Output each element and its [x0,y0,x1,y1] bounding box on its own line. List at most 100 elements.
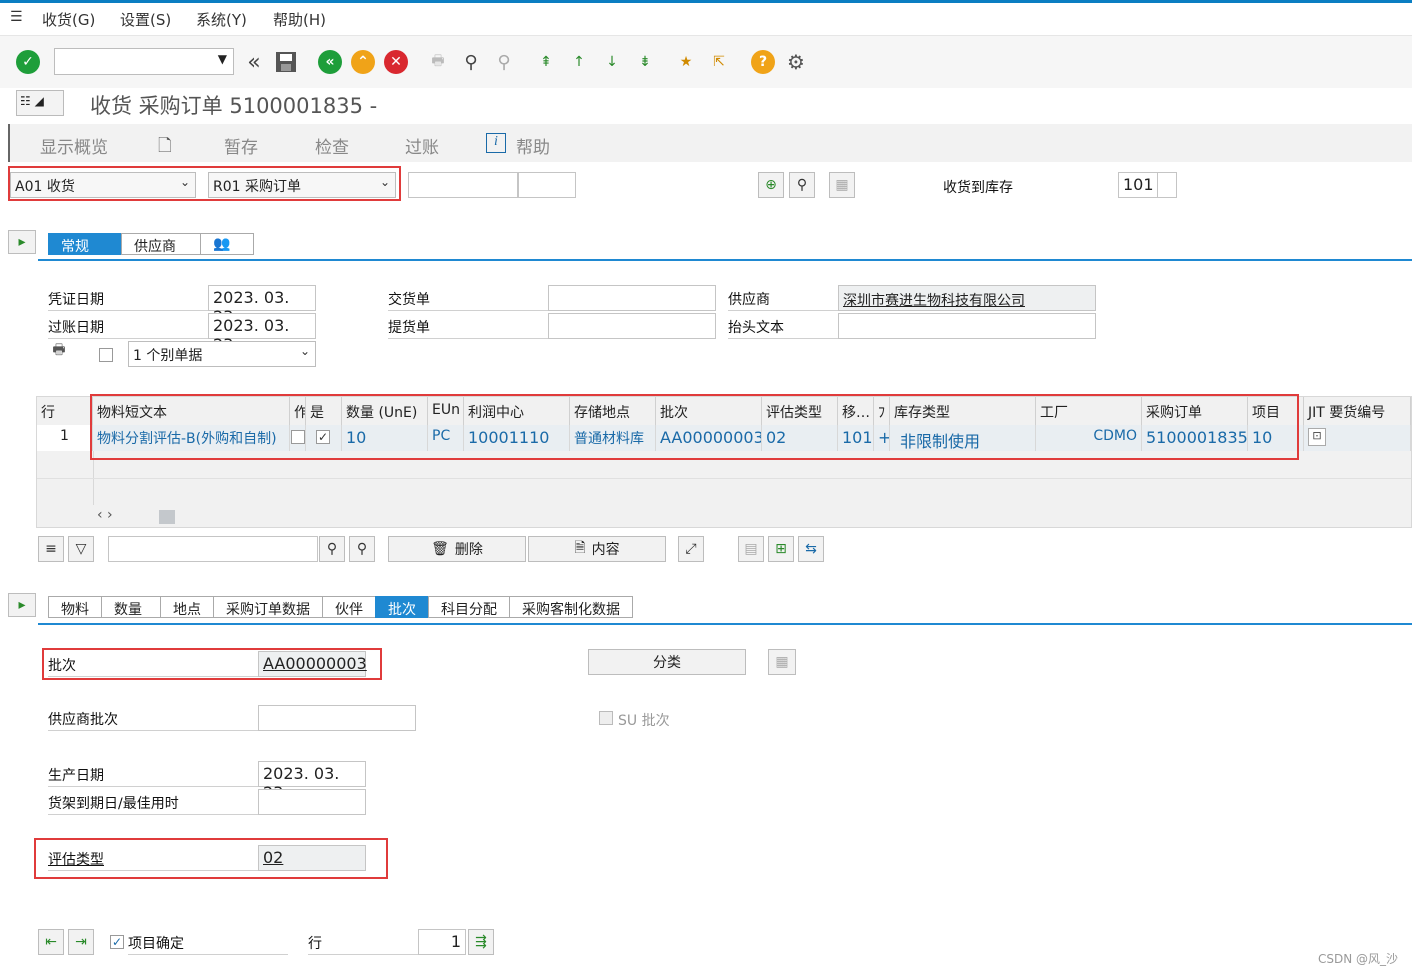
cancel-icon[interactable]: ✕ [382,48,410,76]
highlight-grid-row [90,394,1299,460]
document-year-input[interactable] [518,172,576,198]
document-number-input[interactable] [408,172,518,198]
tab-partner[interactable]: 伙伴 [322,596,376,618]
detail-collapse-icon[interactable]: ▸ [8,593,36,617]
exit-icon[interactable]: ⌃ [349,48,377,76]
transfer-icon[interactable]: ⇆ [798,536,824,562]
prod-date-input[interactable]: 2023. 03. 23 [258,761,366,802]
tab-partner-icon[interactable]: 👥 [200,233,254,255]
go-to-line-icon[interactable]: ⇶ [468,929,494,955]
tab-vendor[interactable]: 供应商 [121,233,201,255]
printer-icon[interactable]: 🖶 [48,340,70,362]
help-button[interactable]: 帮助 [516,133,550,158]
delivery-note-input[interactable] [548,285,716,311]
info-icon[interactable]: i [486,133,506,153]
tab-quantity[interactable]: 数量 [101,596,161,618]
double-left-icon[interactable]: « [240,48,268,76]
tab-material[interactable]: 物料 [48,596,102,618]
save-icon[interactable] [272,48,300,76]
details-icon[interactable]: ▤ [738,536,764,562]
delivery-note-label: 交货单 [388,285,548,311]
grid-find-next-icon[interactable]: ⚲ [349,536,375,562]
action-select[interactable]: A01 收货 ⌄ [10,172,196,198]
col-line[interactable]: 行 [37,397,93,425]
item-ok-checkbox[interactable]: ✓ [110,935,124,949]
confirm-icon[interactable]: ✓ [14,48,42,76]
next-page-icon[interactable]: ↓ [598,48,626,76]
find-icon[interactable]: ⚲ [457,48,485,76]
print-checkbox[interactable] [99,348,113,362]
standard-toolbar: ✓ ▼ « « ⌃ ✕ 🖶 ⚲ ⚲ ⇞ ↑ ↓ ⇟ ★ ⇱ ? ⚙ [0,36,1412,88]
reference-select[interactable]: R01 采购订单 ⌄ [208,172,396,198]
col-jit[interactable]: JIT 要货编号 [1304,397,1411,425]
vendor-field[interactable]: 深圳市赛进生物科技有限公司 [838,285,1096,311]
show-overview-button[interactable]: 显示概览 [40,133,108,158]
align-icon[interactable]: ≡ [38,536,64,562]
row-jit-cell[interactable]: ⊡ [1304,425,1411,451]
sled-input[interactable] [258,789,366,815]
tab-general[interactable]: 常规 [48,233,122,255]
detail-tabs: 物料 数量 地点 采购订单数据 伙伴 批次 科目分配 采购客制化数据 [48,596,633,618]
scroll-thumb[interactable] [159,510,175,524]
menu-icon[interactable]: ☰ [10,9,23,25]
menu-system[interactable]: 系统(Y) [196,9,247,30]
menu-receive[interactable]: 收货(G) [42,9,95,30]
hold-button[interactable]: 暂存 [224,133,258,158]
tab-po-data[interactable]: 采购订单数据 [213,596,323,618]
check-button[interactable]: 检查 [315,133,349,158]
settings-gear-icon[interactable]: ⚙ [782,48,810,76]
new-session-icon[interactable]: ★ [672,48,700,76]
post-date-input[interactable]: 2023. 03. 23 [208,313,316,354]
movement-type-input[interactable]: 101 [1118,172,1158,198]
filter-icon[interactable]: ▽ [68,536,94,562]
movement-extra-input[interactable] [1157,172,1177,198]
row-line[interactable]: 1 [37,425,93,451]
execute-icon[interactable]: ⊕ [758,172,784,198]
menu-help[interactable]: 帮助(H) [273,9,326,30]
content-button[interactable]: 🗎 内容 [528,536,666,562]
print-icon[interactable]: 🖶 [424,48,452,76]
doc-date-label: 凭证日期 [48,285,208,311]
fullscreen-icon[interactable]: ⤢ [678,536,704,562]
header-collapse-icon[interactable]: ▸ [8,230,36,254]
bill-of-lading-input[interactable] [548,313,716,339]
menu-settings[interactable]: 设置(S) [120,9,171,30]
first-page-icon[interactable]: ⇞ [532,48,560,76]
prev-item-icon[interactable]: ⇤ [38,929,64,955]
doc-date-input[interactable]: 2023. 03. 23 [208,285,316,326]
grid-search-input[interactable] [108,536,318,562]
find-next-icon[interactable]: ⚲ [490,48,518,76]
scroll-arrows-icon[interactable]: ‹ › [97,507,113,523]
val-type-field[interactable]: 02 [258,845,366,871]
tab-account[interactable]: 科目分配 [428,596,510,618]
menu-bar: ☰ 收货(G) 设置(S) 系统(Y) 帮助(H) [0,3,1412,36]
delete-button[interactable]: 🗑 删除 [388,536,526,562]
calculator-icon[interactable]: ▦ [829,172,855,198]
back-icon[interactable]: « [316,48,344,76]
classify-button[interactable]: 分类 [588,649,746,675]
header-text-input[interactable] [838,313,1096,339]
add-row-icon[interactable]: ⊞ [768,536,794,562]
tab-custom[interactable]: 采购客制化数据 [509,596,633,618]
search-binoculars-icon[interactable]: ⚲ [789,172,815,198]
menu-toggle-icon[interactable]: ☷ ◢ [16,90,64,116]
grid-find-icon[interactable]: ⚲ [319,536,345,562]
prev-page-icon[interactable]: ↑ [565,48,593,76]
line-input[interactable]: 1 [418,929,466,955]
jit-icon[interactable]: ⊡ [1308,428,1326,446]
command-field[interactable]: ▼ [54,48,234,75]
su-batch-checkbox[interactable] [599,711,613,725]
print-option-select[interactable]: 1 个别单据 ⌄ [128,341,316,367]
last-page-icon[interactable]: ⇟ [631,48,659,76]
bill-of-lading-label: 提货单 [388,313,548,339]
tab-batch[interactable]: 批次 [375,596,429,618]
classify-grid-icon[interactable]: ▦ [768,649,796,675]
new-document-icon[interactable]: 🗋 [158,133,172,162]
tab-location[interactable]: 地点 [160,596,214,618]
post-button[interactable]: 过账 [405,133,439,158]
batch-field[interactable]: AA00000003 [258,651,367,677]
next-item-icon[interactable]: ⇥ [68,929,94,955]
shortcut-icon[interactable]: ⇱ [705,48,733,76]
help-icon[interactable]: ? [749,48,777,76]
vendor-batch-input[interactable] [258,705,416,731]
